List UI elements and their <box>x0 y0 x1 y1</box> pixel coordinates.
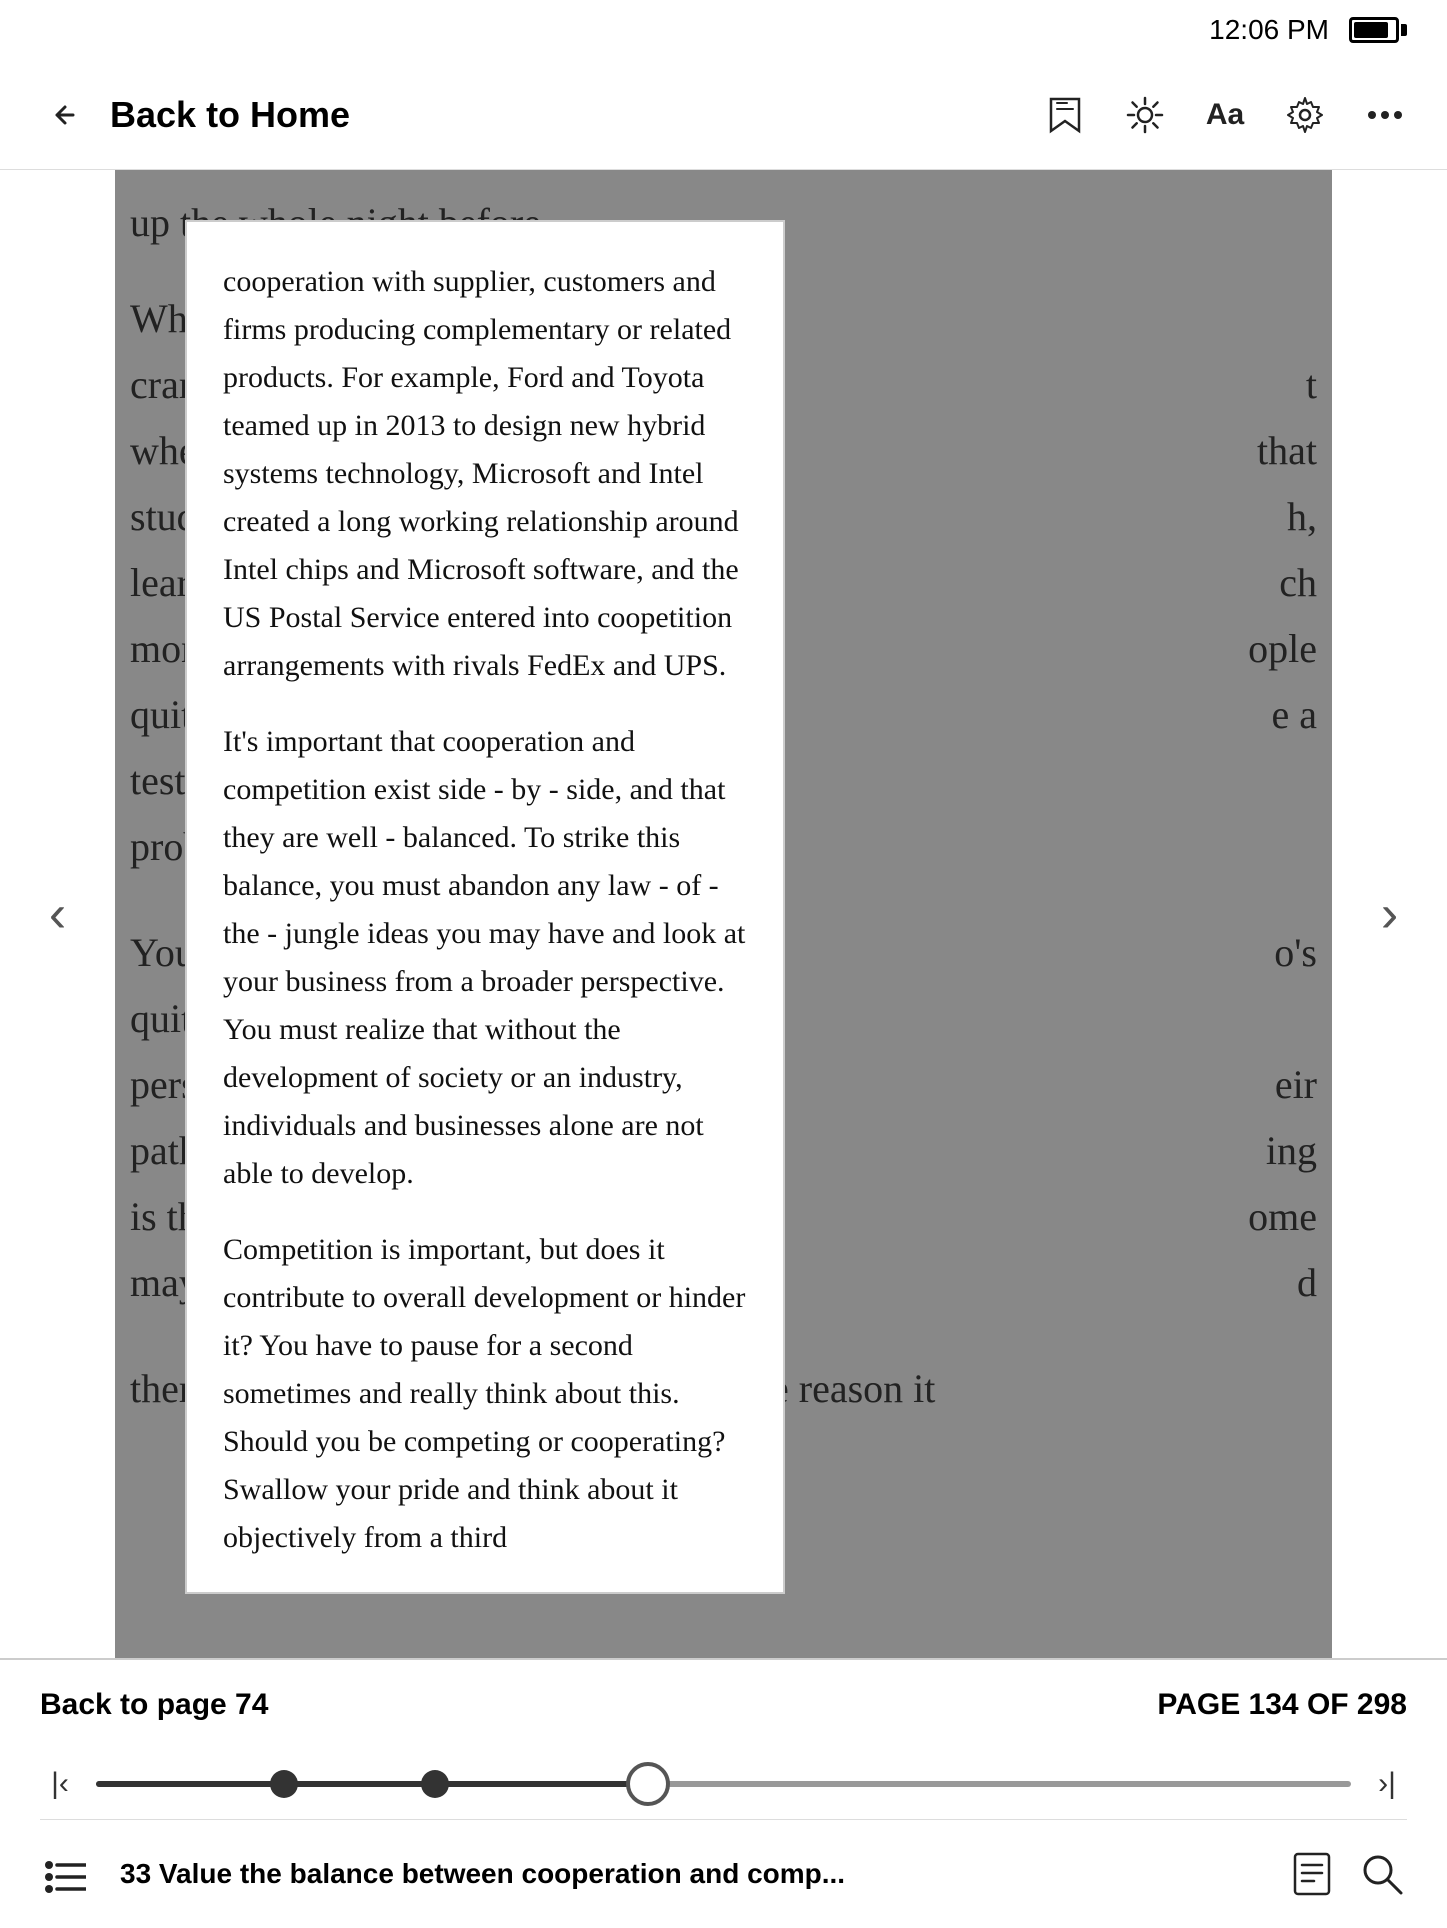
bottom-page-info: Back to page 74 PAGE 134 OF 298 <box>40 1660 1407 1749</box>
progress-area[interactable]: |‹ ›| <box>40 1749 1407 1818</box>
progress-track[interactable] <box>96 1781 1351 1787</box>
back-arrow-button[interactable] <box>40 90 90 140</box>
progress-dot-1 <box>270 1770 298 1798</box>
popup-paragraph-3: Competition is important, but does it co… <box>223 1226 747 1562</box>
prev-page-arrow[interactable]: ‹ <box>49 884 66 944</box>
search-icon[interactable] <box>1357 1849 1407 1899</box>
bookmark-icon[interactable] <box>1043 93 1087 137</box>
battery-icon <box>1349 17 1407 43</box>
bottom-bar: Back to page 74 PAGE 134 OF 298 |‹ ›| 33… <box>0 1658 1447 1928</box>
nav-right: Aa <box>1043 93 1407 137</box>
top-nav: Back to Home Aa <box>0 60 1447 170</box>
page-nav-right[interactable]: › <box>1332 170 1447 1658</box>
progress-fill <box>96 1781 648 1787</box>
bottom-footer: 33 Value the balance between cooperation… <box>40 1819 1407 1928</box>
popup-paragraph-2: It's important that cooperation and comp… <box>223 718 747 1198</box>
settings-icon[interactable] <box>1283 93 1327 137</box>
reading-area: up the whole night before. Whe cramt whe… <box>0 170 1447 1658</box>
page-nav-left[interactable]: ‹ <box>0 170 115 1658</box>
nav-left: Back to Home <box>40 90 350 140</box>
progress-handle[interactable] <box>626 1762 670 1806</box>
popup-paragraph-1: cooperation with supplier, customers and… <box>223 258 747 690</box>
back-home-label[interactable]: Back to Home <box>110 94 350 136</box>
status-bar: 12:06 PM <box>0 0 1447 60</box>
chapter-title: 33 Value the balance between cooperation… <box>110 1858 1267 1890</box>
popup-tooltip: cooperation with supplier, customers and… <box>185 220 785 1594</box>
back-to-page-label[interactable]: Back to page 74 <box>40 1688 268 1722</box>
brightness-icon[interactable] <box>1123 93 1167 137</box>
first-page-icon[interactable]: |‹ <box>40 1767 80 1801</box>
more-options-icon[interactable] <box>1363 93 1407 137</box>
status-time: 12:06 PM <box>1209 14 1329 46</box>
next-page-arrow[interactable]: › <box>1381 884 1398 944</box>
toc-icon[interactable] <box>40 1849 90 1899</box>
progress-dot-2 <box>421 1770 449 1798</box>
notes-icon[interactable] <box>1287 1849 1337 1899</box>
page-count-label: PAGE 134 OF 298 <box>1157 1688 1407 1722</box>
font-size-icon[interactable]: Aa <box>1203 93 1247 137</box>
last-page-icon[interactable]: ›| <box>1367 1767 1407 1801</box>
